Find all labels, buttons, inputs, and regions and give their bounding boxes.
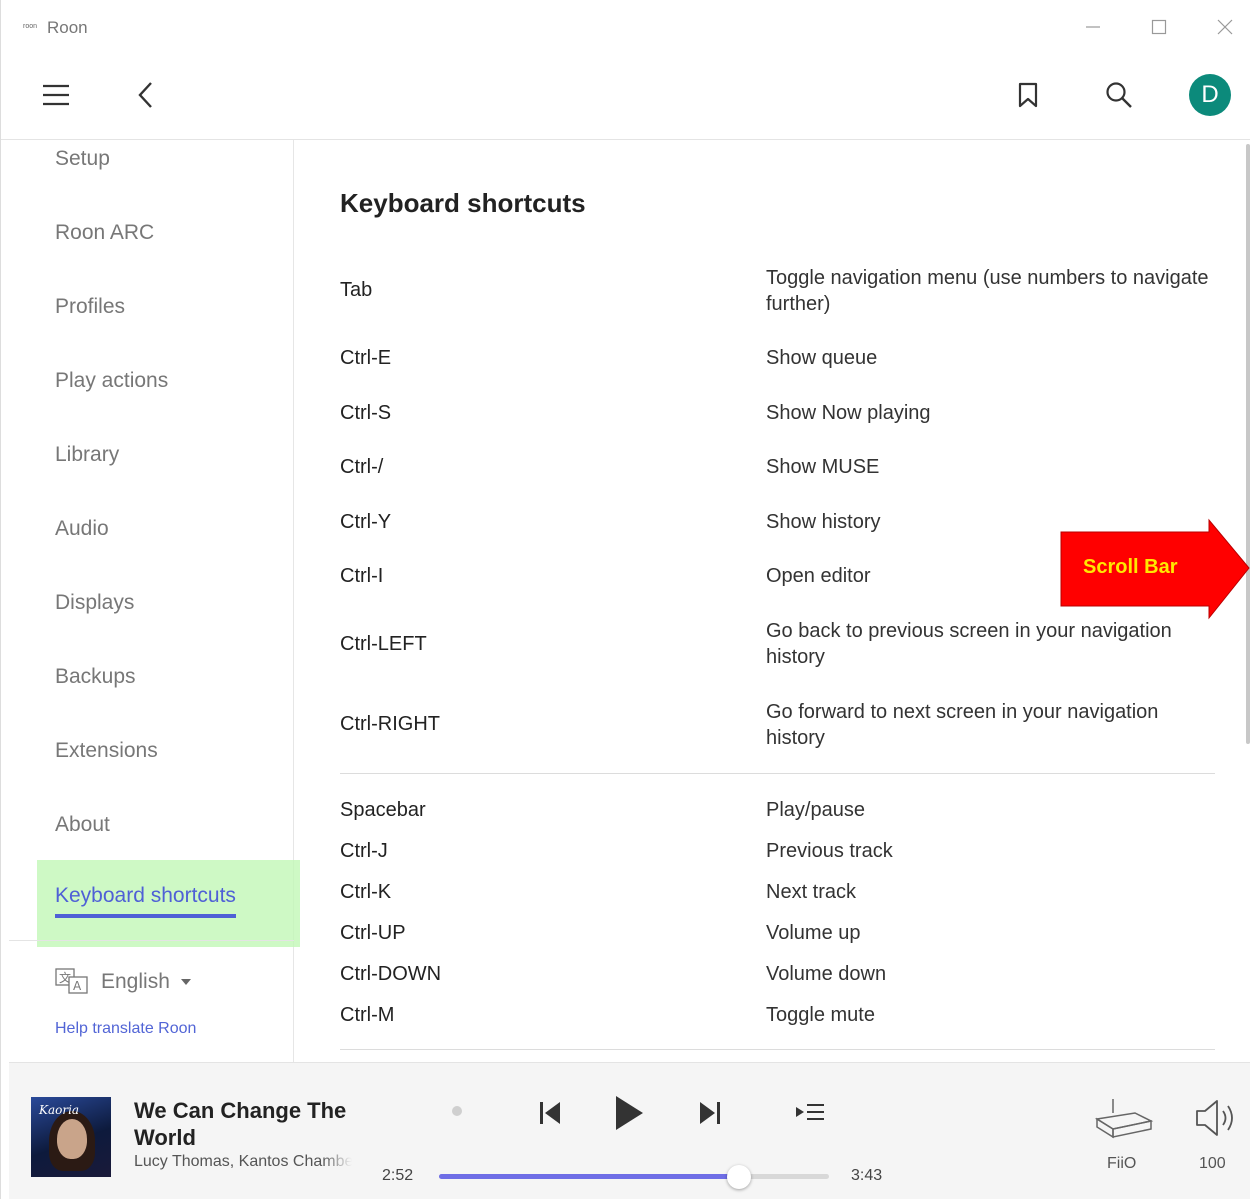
shortcut-key: Ctrl-I [340, 565, 384, 587]
volume-level: 100 [1199, 1155, 1226, 1172]
maximize-button[interactable] [1139, 12, 1179, 42]
time-total: 3:43 [851, 1167, 883, 1184]
shortcut-key: Ctrl-Y [340, 511, 392, 533]
settings-sidebar: Setup Roon ARC Profiles Play actions Lib… [9, 140, 300, 1062]
hamburger-menu-icon [43, 84, 69, 106]
annotation-label: Scroll Bar [1083, 556, 1178, 578]
back-chevron-icon [138, 82, 152, 108]
sidebar-item-backups[interactable]: Backups [55, 665, 136, 689]
page-title: Keyboard shortcuts [340, 188, 586, 218]
shortcut-key: Ctrl-LEFT [340, 633, 427, 655]
help-translate-link[interactable]: Help translate Roon [55, 1020, 196, 1038]
bookmark-icon [1018, 82, 1038, 108]
sidebar-item-profiles[interactable]: Profiles [55, 295, 125, 319]
shortcut-key: Tab [340, 279, 373, 301]
seek-bar[interactable] [439, 1165, 829, 1189]
back-button[interactable] [127, 76, 165, 114]
search-icon [1106, 82, 1132, 108]
seek-handle[interactable] [727, 1165, 752, 1189]
shortcut-key: Ctrl-DOWN [340, 963, 442, 985]
queue-list-icon [796, 1104, 824, 1120]
title-bar: roon Roon [1, 0, 1250, 54]
bookmark-button[interactable] [1009, 76, 1047, 114]
scrollbar-thumb[interactable] [1246, 144, 1250, 744]
roon-logo-icon: roon [23, 23, 38, 30]
sidebar-item-roon-arc[interactable]: Roon ARC [55, 221, 154, 245]
shortcut-description: Volume down [766, 963, 887, 985]
shortcut-description: Previous track [766, 840, 893, 862]
audio-device-icon[interactable] [1093, 1097, 1155, 1141]
shortcut-description: Show Now playing [766, 402, 931, 424]
shortcut-description: Show queue [766, 347, 878, 369]
close-button[interactable] [1205, 12, 1245, 42]
track-artist[interactable]: Lucy Thomas, Kantos Chamber [134, 1153, 352, 1171]
sidebar-divider [9, 940, 294, 941]
album-art[interactable]: Kaoria [31, 1097, 111, 1177]
shortcut-key: Ctrl-E [340, 347, 392, 369]
shortcut-description: Go forward to next screen in your naviga… [766, 701, 1159, 749]
hamburger-menu-button[interactable] [35, 76, 77, 114]
shortcut-description: Play/pause [766, 799, 865, 821]
shortcut-key: Ctrl-/ [340, 456, 384, 478]
shortcut-key: Ctrl-K [340, 881, 392, 903]
shortcut-description: Toggle mute [766, 1004, 875, 1026]
play-button[interactable] [607, 1089, 651, 1137]
skip-next-icon [700, 1102, 720, 1124]
radio-indicator[interactable] [449, 1103, 465, 1119]
shortcut-description: Toggle navigation menu (use numbers to n… [766, 267, 1209, 315]
svg-text:A: A [73, 979, 82, 993]
sidebar-item-extensions[interactable]: Extensions [55, 739, 158, 763]
window-title: Roon [47, 18, 88, 37]
dot-icon [452, 1106, 462, 1116]
top-toolbar: D [1, 54, 1250, 140]
sidebar-item-keyboard-shortcuts[interactable]: Keyboard shortcuts [55, 884, 236, 918]
minimize-button[interactable] [1073, 12, 1113, 42]
track-title[interactable]: We Can Change The World [134, 1097, 364, 1151]
shortcut-key: Ctrl-RIGHT [340, 713, 440, 735]
previous-track-button[interactable] [535, 1093, 565, 1133]
profile-avatar[interactable]: D [1189, 74, 1231, 116]
language-label: English [101, 970, 170, 993]
maximize-icon [1151, 19, 1167, 35]
shortcut-key: Ctrl-UP [340, 922, 406, 944]
next-track-button[interactable] [695, 1093, 725, 1133]
sidebar-item-audio[interactable]: Audio [55, 517, 109, 541]
shortcut-key: Spacebar [340, 799, 426, 821]
section-divider [340, 1049, 1215, 1050]
volume-icon[interactable] [1193, 1097, 1239, 1139]
play-icon [616, 1096, 643, 1130]
caret-down-icon [180, 979, 191, 985]
roon-window: roon Roon D Setup Roon ARC Profiles Play… [0, 0, 1250, 1199]
sidebar-item-displays[interactable]: Displays [55, 591, 134, 615]
shortcut-key: Ctrl-M [340, 1004, 395, 1026]
section-divider [340, 773, 1215, 774]
shortcut-description: Go back to previous screen in your navig… [766, 620, 1172, 668]
sidebar-item-play-actions[interactable]: Play actions [55, 369, 168, 393]
seek-progress [439, 1174, 740, 1179]
time-elapsed: 2:52 [382, 1167, 414, 1184]
search-button[interactable] [1099, 76, 1139, 114]
sidebar-item-about[interactable]: About [55, 813, 110, 837]
queue-button[interactable] [793, 1097, 827, 1129]
player-bar: Kaoria We Can Change The World Lucy Thom… [9, 1062, 1250, 1199]
minimize-icon [1086, 26, 1100, 28]
zone-name[interactable]: FiiO [1107, 1155, 1136, 1173]
shortcut-key: Ctrl-J [340, 840, 388, 862]
shortcut-description: Volume up [766, 922, 861, 944]
language-selector[interactable]: 文 A English [55, 968, 192, 996]
close-icon [1217, 19, 1233, 35]
album-art-face [57, 1119, 87, 1159]
translate-icon: 文 A [55, 968, 88, 994]
shortcut-description: Show MUSE [766, 456, 880, 478]
shortcut-description: Next track [766, 881, 857, 903]
shortcut-key: Ctrl-S [340, 402, 392, 424]
album-art-script: Kaoria [39, 1103, 80, 1117]
sidebar-item-library[interactable]: Library [55, 443, 119, 467]
sidebar-item-setup[interactable]: Setup [55, 147, 110, 171]
skip-previous-icon [540, 1102, 560, 1124]
